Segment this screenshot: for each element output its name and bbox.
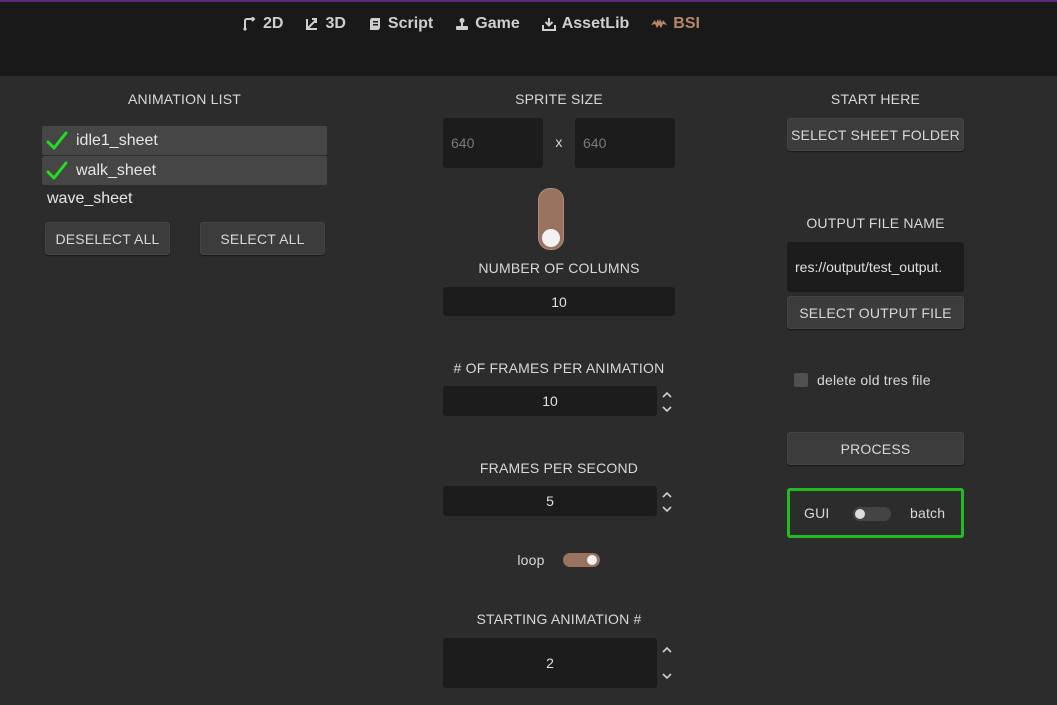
output-file-name-title: OUTPUT FILE NAME: [806, 215, 945, 231]
tab-bsi-label: BSI: [673, 15, 700, 32]
fps-spinner[interactable]: [660, 491, 674, 513]
game-icon: [456, 18, 469, 30]
bsi-plugin-icon: [651, 19, 668, 28]
frames-per-animation-spinner[interactable]: [660, 391, 674, 413]
list-item-label: walk_sheet: [76, 161, 157, 179]
select-output-file-button[interactable]: SELECT OUTPUT FILE: [787, 296, 964, 329]
list-item-walk-sheet[interactable]: walk_sheet: [42, 156, 327, 185]
chevron-up-icon[interactable]: [662, 646, 672, 653]
assetlib-icon: [541, 18, 556, 31]
script-icon: [369, 18, 380, 30]
tab-script-label: Script: [387, 15, 434, 32]
tab-3d-label: 3D: [325, 15, 346, 32]
bsi-main-panel: ANIMATION LIST idle1_sheet walk_sheet wa…: [0, 76, 1057, 705]
start-here-title: START HERE: [830, 91, 921, 107]
sprite-size-title: SPRITE SIZE: [515, 91, 603, 107]
toggle-knob: [587, 555, 597, 565]
columns-title: NUMBER OF COLUMNS: [478, 260, 640, 276]
editor-top-bar: 2D 3D Script Game AssetLib BSI: [0, 0, 1057, 76]
tab-assetlib[interactable]: AssetLib: [541, 14, 630, 34]
toggle-knob: [542, 229, 560, 247]
frames-per-animation-input[interactable]: 10: [443, 386, 657, 416]
frames-per-animation-title: # OF FRAMES PER ANIMATION: [453, 360, 665, 376]
vertical-toggle[interactable]: [538, 188, 564, 250]
tab-bsi[interactable]: BSI: [651, 14, 700, 34]
tab-3d[interactable]: 3D: [305, 14, 346, 34]
list-item-wave-sheet[interactable]: wave_sheet: [42, 184, 327, 213]
mode-batch-label: batch: [910, 505, 946, 521]
starting-animation-input[interactable]: 2: [443, 638, 657, 688]
select-sheet-folder-button[interactable]: SELECT SHEET FOLDER: [787, 118, 964, 151]
checkmark-icon: [46, 131, 68, 149]
checkmark-icon: [46, 161, 68, 179]
process-button[interactable]: PROCESS: [787, 432, 964, 465]
delete-old-label: delete old tres file: [817, 372, 931, 388]
tab-game[interactable]: Game: [455, 14, 520, 34]
loop-toggle[interactable]: [563, 553, 600, 567]
list-item-label: wave_sheet: [47, 189, 133, 207]
list-item-label: idle1_sheet: [76, 131, 158, 149]
list-item-idle1-sheet[interactable]: idle1_sheet: [42, 126, 327, 155]
deselect-all-button[interactable]: DESELECT ALL: [45, 222, 170, 255]
fps-input[interactable]: 5: [443, 486, 657, 516]
2d-icon: [243, 17, 256, 31]
sprite-size-separator: x: [555, 134, 563, 150]
sprite-width-input[interactable]: 640: [443, 118, 543, 168]
tab-2d[interactable]: 2D: [243, 14, 283, 34]
chevron-down-icon[interactable]: [662, 673, 672, 680]
tab-script[interactable]: Script: [368, 14, 433, 34]
main-screen-tabs: 2D 3D Script Game AssetLib BSI: [243, 14, 722, 34]
loop-label: loop: [517, 552, 545, 568]
starting-animation-spinner[interactable]: [660, 646, 674, 680]
chevron-up-icon[interactable]: [662, 391, 672, 398]
sprite-height-input[interactable]: 640: [575, 118, 675, 168]
chevron-down-icon[interactable]: [662, 406, 672, 413]
tab-assetlib-label: AssetLib: [561, 15, 630, 32]
select-all-button[interactable]: SELECT ALL: [200, 222, 325, 255]
mode-gui-label: GUI: [804, 505, 830, 521]
delete-old-checkbox[interactable]: [794, 373, 808, 387]
columns-input[interactable]: 10: [443, 287, 675, 316]
tab-game-label: Game: [475, 15, 520, 32]
fps-title: FRAMES PER SECOND: [479, 460, 639, 476]
chevron-up-icon[interactable]: [662, 491, 672, 498]
animation-list-title: ANIMATION LIST: [128, 91, 241, 107]
toggle-knob: [855, 509, 865, 519]
starting-animation-title: STARTING ANIMATION #: [476, 611, 642, 627]
mode-switch-panel: GUI batch: [787, 488, 964, 538]
chevron-down-icon[interactable]: [662, 506, 672, 513]
mode-toggle[interactable]: [853, 507, 891, 521]
3d-icon: [306, 18, 318, 30]
output-path-input[interactable]: res://output/test_output.: [787, 242, 964, 292]
tab-2d-label: 2D: [263, 15, 284, 32]
